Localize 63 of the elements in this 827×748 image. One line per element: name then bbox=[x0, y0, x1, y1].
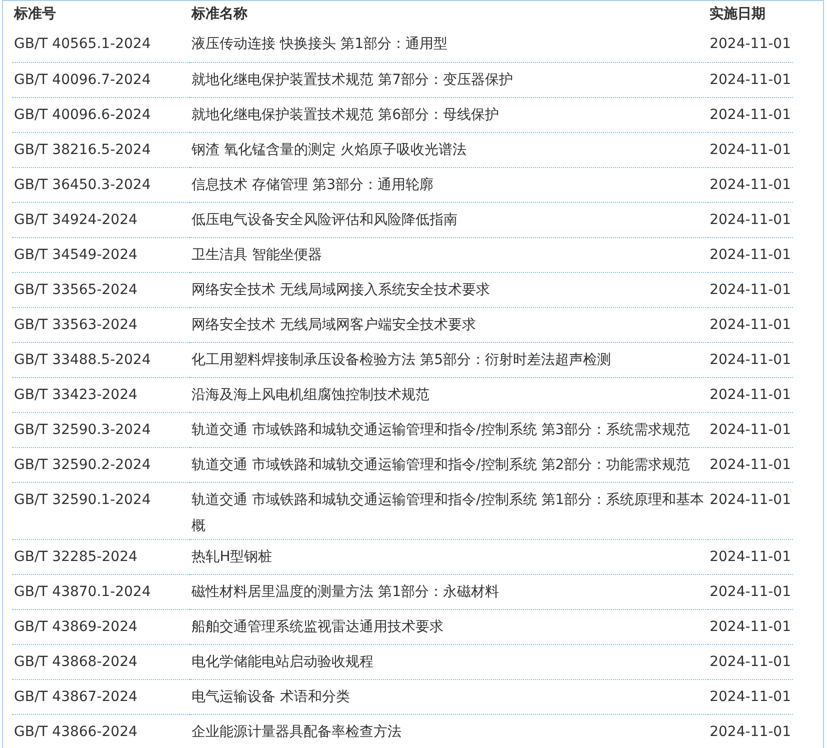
standard-name-link[interactable]: 低压电气设备安全风险评估和风险降低指南 bbox=[192, 208, 706, 232]
standard-name-link[interactable]: 沿海及海上风电机组腐蚀控制技术规范 bbox=[192, 382, 706, 406]
table-cell: 2024-11-01 bbox=[710, 212, 791, 228]
table-cell: GB/T 43866-2024 bbox=[14, 724, 138, 740]
column-header: 标准名称 bbox=[192, 5, 249, 24]
table-cell: GB/T 32590.2-2024 bbox=[14, 456, 151, 472]
table-cell: 2024-11-01 bbox=[710, 724, 791, 740]
table-cell: 2024-11-01 bbox=[710, 386, 791, 402]
table-cell: GB/T 43868-2024 bbox=[14, 654, 138, 670]
table-cell: 2024-11-01 bbox=[710, 142, 791, 158]
standard-name-link[interactable]: 网络安全技术 无线局域网客户端安全技术要求 bbox=[192, 312, 706, 336]
table-cell: GB/T 33488.5-2024 bbox=[14, 352, 151, 368]
standard-name-link[interactable]: 磁性材料居里温度的测量方法 第1部分：永磁材料 bbox=[192, 580, 706, 604]
standard-name-link[interactable]: 钢渣 氧化锰含量的测定 火焰原子吸收光谱法 bbox=[192, 138, 706, 162]
table-cell: GB/T 34924-2024 bbox=[14, 212, 138, 228]
table-cell: GB/T 33423-2024 bbox=[14, 386, 138, 402]
table-cell: GB/T 43867-2024 bbox=[14, 688, 138, 704]
table-cell: GB/T 40096.6-2024 bbox=[14, 106, 151, 122]
standard-name-link[interactable]: 热轧H型钢桩 bbox=[192, 544, 706, 568]
table-cell: 2024-11-01 bbox=[710, 106, 791, 122]
table-cell: GB/T 38216.5-2024 bbox=[14, 142, 151, 158]
table-cell: 2024-11-01 bbox=[710, 352, 791, 368]
standard-name-link[interactable]: 轨道交通 市域铁路和城轨交通运输管理和指令/控制系统 第1部分：系统原理和基本概 bbox=[192, 486, 706, 538]
standard-name-link[interactable]: 船舶交通管理系统监视雷达通用技术要求 bbox=[192, 614, 706, 638]
table-cell: 2024-11-01 bbox=[710, 72, 791, 88]
table-cell: 2024-11-01 bbox=[710, 246, 791, 262]
table-cell: GB/T 33565-2024 bbox=[14, 282, 138, 298]
table-cell: 2024-11-01 bbox=[710, 492, 791, 508]
standard-name-link[interactable]: 就地化继电保护装置技术规范 第7部分：变压器保护 bbox=[192, 68, 706, 92]
standard-name-link[interactable]: 化工用塑料焊接制承压设备检验方法 第5部分：衍射时差法超声检测 bbox=[192, 348, 706, 372]
table-cell: GB/T 40565.1-2024 bbox=[14, 36, 151, 52]
standard-name-link[interactable]: 液压传动连接 快换接头 第1部分：通用型 bbox=[192, 32, 706, 56]
standard-name-link[interactable]: 信息技术 存储管理 第3部分：通用轮廓 bbox=[192, 172, 706, 196]
table-cell: GB/T 36450.3-2024 bbox=[14, 176, 151, 192]
table-cell: GB/T 43870.1-2024 bbox=[14, 584, 151, 600]
standard-name-link[interactable]: 电气运输设备 术语和分类 bbox=[192, 684, 706, 708]
table-cell: 2024-11-01 bbox=[710, 422, 791, 438]
table-cell: 2024-11-01 bbox=[710, 316, 791, 332]
table-cell: GB/T 33563-2024 bbox=[14, 316, 138, 332]
table-cell: 2024-11-01 bbox=[710, 688, 791, 704]
table-cell: 2024-11-01 bbox=[710, 654, 791, 670]
table-cell: 2024-11-01 bbox=[710, 176, 791, 192]
table-cell: 2024-11-01 bbox=[710, 282, 791, 298]
table-cell: GB/T 40096.7-2024 bbox=[14, 72, 151, 88]
table-cell: 2024-11-01 bbox=[710, 584, 791, 600]
table-cell: 2024-11-01 bbox=[710, 618, 791, 634]
standard-name-link[interactable]: 电化学储能电站启动验收规程 bbox=[192, 650, 706, 674]
table-cell: 2024-11-01 bbox=[710, 548, 791, 564]
standard-name-link[interactable]: 轨道交通 市域铁路和城轨交通运输管理和指令/控制系统 第2部分：功能需求规范 bbox=[192, 452, 706, 476]
standard-name-link[interactable]: 网络安全技术 无线局域网接入系统安全技术要求 bbox=[192, 278, 706, 302]
table-cell: 2024-11-01 bbox=[710, 36, 791, 52]
table-cell: 2024-11-01 bbox=[710, 456, 791, 472]
column-header: 实施日期 bbox=[710, 6, 766, 22]
standard-name-link[interactable]: 轨道交通 市域铁路和城轨交通运输管理和指令/控制系统 第3部分：系统需求规范 bbox=[192, 418, 706, 442]
column-header: 标准号 bbox=[14, 6, 56, 22]
table-cell: GB/T 32590.3-2024 bbox=[14, 422, 151, 438]
standard-name-link[interactable]: 企业能源计量器具配备率检查方法 bbox=[192, 720, 706, 744]
standard-name-link[interactable]: 就地化继电保护装置技术规范 第6部分：母线保护 bbox=[192, 102, 706, 126]
standard-name-link[interactable]: 卫生洁具 智能坐便器 bbox=[192, 242, 706, 266]
table-cell: GB/T 43869-2024 bbox=[14, 618, 138, 634]
table-cell: GB/T 32590.1-2024 bbox=[14, 492, 151, 508]
table-cell: GB/T 32285-2024 bbox=[14, 548, 138, 564]
table-cell: GB/T 34549-2024 bbox=[14, 246, 138, 262]
